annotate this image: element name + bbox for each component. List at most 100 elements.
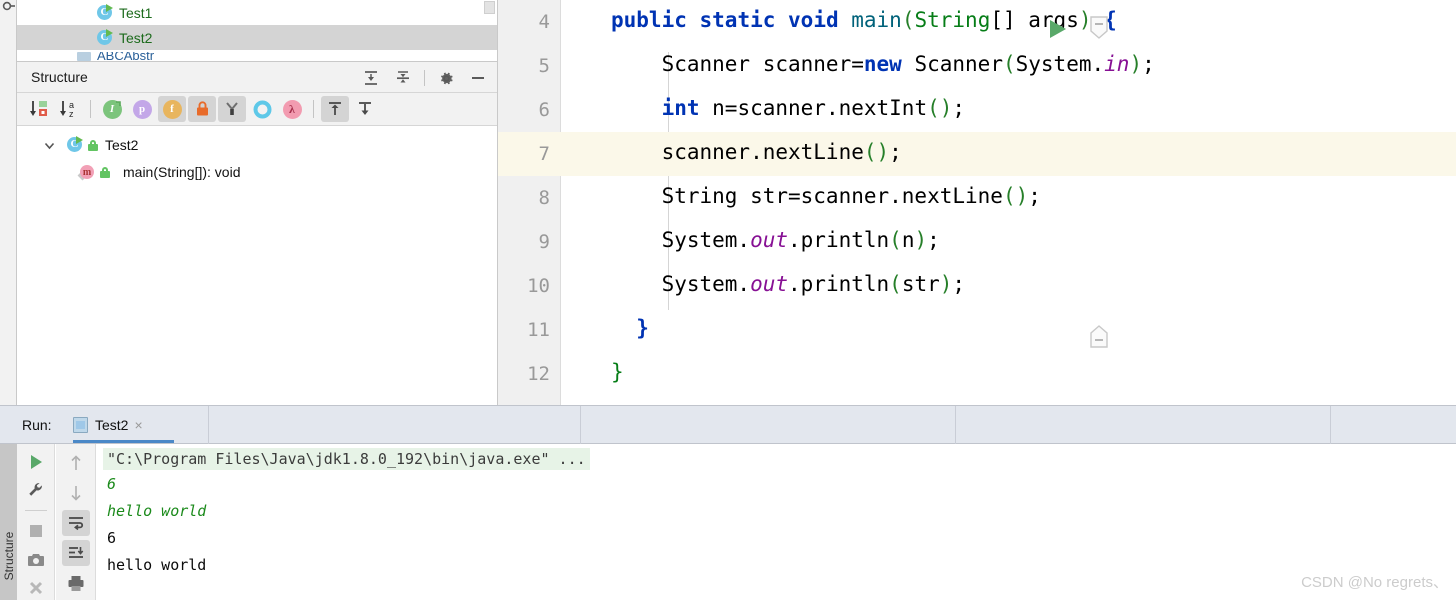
code-line[interactable]: 12}: [498, 352, 1456, 396]
public-lock-icon: [87, 139, 99, 151]
line-number: 11: [527, 319, 550, 341]
code-editor[interactable]: 4 public static void main(String[] args) …: [497, 0, 1456, 405]
console-tab-icon: [73, 417, 88, 433]
structure-tree[interactable]: C Test2 m main(String[]): void: [17, 126, 497, 405]
structure-toolbar: a z I p f λ: [17, 93, 497, 126]
chevron-down-icon[interactable]: [43, 139, 56, 152]
expand-all-icon[interactable]: [360, 67, 382, 89]
show-fields-icon[interactable]: f: [158, 96, 186, 122]
structure-tool-button-label: Structure: [1, 531, 16, 581]
show-non-public-icon[interactable]: [188, 96, 216, 122]
minimize-icon[interactable]: [467, 67, 489, 89]
rerun-icon[interactable]: [22, 450, 50, 474]
close-icon[interactable]: ×: [134, 417, 142, 433]
console-output-line: 6: [107, 529, 117, 547]
soft-wrap-icon[interactable]: [61, 510, 90, 536]
console-output-line: hello world: [107, 556, 207, 574]
fold-marker-open-icon[interactable]: [1088, 14, 1110, 42]
project-item-partial[interactable]: ABCAbstr: [77, 52, 257, 61]
structure-panel-title: Structure: [31, 69, 88, 85]
sort-by-visibility-icon[interactable]: [25, 96, 53, 122]
settings-small-icon[interactable]: [2, 1, 16, 15]
run-tabbar: Run: Test2 ×: [0, 405, 1456, 444]
code-line[interactable]: 10 System.out.println(str);: [498, 264, 1456, 308]
line-number: 7: [538, 143, 550, 165]
print-icon[interactable]: [62, 570, 90, 596]
java-class-runnable-icon: C: [97, 29, 114, 46]
code-text: System.out.println(str);: [611, 272, 966, 296]
settings-wrench-icon[interactable]: [22, 479, 50, 503]
java-method-icon: m: [77, 163, 96, 181]
scroll-from-source-icon[interactable]: [321, 96, 349, 122]
fold-marker-close-icon[interactable]: [1088, 322, 1110, 350]
show-lambdas-icon[interactable]: λ: [278, 96, 306, 122]
line-number: 8: [538, 187, 550, 209]
structure-tree-item-class[interactable]: C Test2: [17, 131, 497, 158]
project-tree-scrollbar[interactable]: [484, 1, 495, 14]
project-tree[interactable]: C Test1 C Test2 ABCAbstr: [17, 0, 497, 61]
screenshot-camera-icon[interactable]: [22, 548, 50, 572]
pin-icon[interactable]: [22, 576, 50, 600]
line-number: 5: [538, 55, 550, 77]
code-line[interactable]: 6 int n=scanner.nextInt();: [498, 88, 1456, 132]
scroll-up-icon[interactable]: [62, 450, 90, 476]
project-item-test1[interactable]: C Test1: [97, 0, 497, 25]
code-line[interactable]: 8 String str=scanner.nextLine();: [498, 176, 1456, 220]
code-text: public static void main(String[] args) {: [611, 8, 1117, 32]
toolbar-separator: [90, 100, 91, 118]
sort-alphabetically-icon[interactable]: a z: [55, 96, 83, 122]
console-output[interactable]: "C:\Program Files\Java\jdk1.8.0_192\bin\…: [97, 444, 1456, 600]
line-number: 9: [538, 231, 550, 253]
code-line[interactable]: 9 System.out.println(n);: [498, 220, 1456, 264]
toolbar-separator: [424, 70, 425, 86]
run-label: Run:: [22, 417, 52, 433]
project-item-label: Test1: [119, 4, 153, 21]
code-line[interactable]: 7 scanner.nextLine();: [498, 132, 1456, 176]
collapse-all-icon[interactable]: [392, 67, 414, 89]
tabbar-divider: [208, 406, 209, 444]
left-tool-strip-bottom: Structure: [0, 444, 17, 600]
run-method-gutter-icon[interactable]: [1050, 20, 1066, 38]
show-properties-icon[interactable]: p: [128, 96, 156, 122]
public-lock-icon: [99, 166, 111, 178]
console-toolbar-primary: [17, 444, 55, 600]
show-interfaces-icon[interactable]: [248, 96, 276, 122]
code-text: scanner.nextLine();: [611, 140, 902, 164]
idea-window: C Test1 C Test2 ABCAbstr Structure a z I…: [0, 0, 1456, 600]
tabbar-divider: [580, 406, 581, 444]
structure-item-label: Test2: [105, 136, 139, 153]
run-tab-test2[interactable]: Test2 ×: [73, 406, 186, 444]
console-command-line: "C:\Program Files\Java\jdk1.8.0_192\bin\…: [103, 448, 590, 470]
code-line[interactable]: 11 }: [498, 308, 1456, 352]
line-number: 12: [527, 363, 550, 385]
java-class-icon: C: [67, 136, 84, 153]
structure-item-label: main(String[]): void: [123, 163, 241, 180]
structure-panel-header: Structure: [17, 61, 497, 93]
line-number: 6: [538, 99, 550, 121]
show-inherited-icon[interactable]: I: [98, 96, 126, 122]
run-tab-active-indicator: [73, 440, 174, 443]
stop-icon[interactable]: [22, 519, 50, 543]
gear-icon[interactable]: [435, 67, 457, 89]
code-text: Scanner scanner=new Scanner(System.in);: [611, 52, 1155, 76]
run-tab-label: Test2: [95, 417, 129, 433]
structure-tool-button[interactable]: Structure: [0, 512, 17, 600]
scroll-to-source-icon[interactable]: [351, 96, 379, 122]
console-output-line: hello world: [107, 502, 207, 520]
structure-tree-item-method[interactable]: m main(String[]): void: [17, 158, 497, 185]
toolbar-separator: [24, 510, 47, 512]
code-text: int n=scanner.nextInt();: [661, 96, 966, 120]
scroll-down-icon[interactable]: [62, 480, 90, 506]
console-output-line: 6: [107, 475, 117, 493]
project-item-test2[interactable]: C Test2: [17, 25, 497, 50]
java-class-runnable-icon: C: [97, 4, 114, 21]
run-tool-window: Run: Test2 × Structure "C:\Program Files…: [0, 405, 1456, 600]
code-text: }: [611, 360, 624, 384]
file-icon: [77, 52, 91, 61]
show-anonymous-classes-icon[interactable]: [218, 96, 246, 122]
left-panel: C Test1 C Test2 ABCAbstr Structure a z I…: [0, 0, 497, 405]
code-line[interactable]: 4 public static void main(String[] args) …: [498, 0, 1456, 44]
scroll-to-end-icon[interactable]: [61, 540, 90, 566]
code-line[interactable]: 5 Scanner scanner=new Scanner(System.in)…: [498, 44, 1456, 88]
console-toolbar-secondary: [56, 444, 96, 600]
